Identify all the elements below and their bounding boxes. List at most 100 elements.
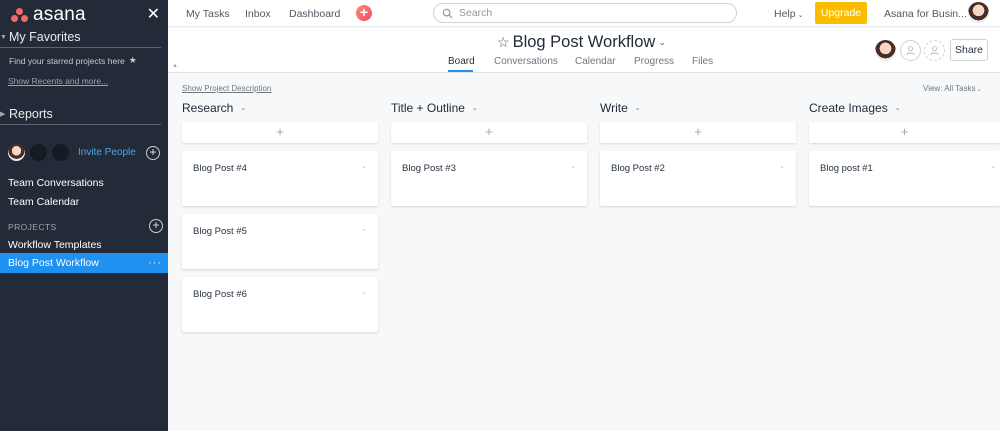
collapse-triangle-icon: ▼ bbox=[0, 33, 7, 41]
task-card-title: Blog Post #2 bbox=[611, 163, 665, 174]
asana-logo[interactable]: asana bbox=[10, 4, 86, 26]
add-member-slot[interactable] bbox=[924, 40, 945, 61]
task-card[interactable]: Blog Post #2 ⌄ bbox=[600, 151, 796, 206]
board-column: Write ⌄ + Blog Post #2 ⌄ bbox=[600, 100, 796, 206]
board-column: Create Images ⌄ + Blog post #1 ⌄ bbox=[809, 100, 1000, 206]
project-title[interactable]: Blog Post Workflow bbox=[513, 33, 656, 52]
add-team-member-icon[interactable]: + bbox=[146, 146, 160, 160]
project-title-row: ☆ Blog Post Workflow ⌄ bbox=[497, 33, 666, 52]
reports-title: Reports bbox=[9, 107, 53, 121]
task-card[interactable]: Blog post #1 ⌄ bbox=[809, 151, 1000, 206]
sidebar: asana ✕ ▼ My Favorites Find your starred… bbox=[0, 0, 168, 431]
project-header: ▲ ☆ Blog Post Workflow ⌄ Board Conversat… bbox=[168, 28, 1000, 73]
reports-header[interactable]: ▶ Reports bbox=[0, 107, 161, 125]
tab-files[interactable]: Files bbox=[692, 56, 713, 67]
dashboard-link[interactable]: Dashboard bbox=[289, 8, 340, 20]
asana-logo-icon bbox=[10, 7, 30, 23]
show-recents-link[interactable]: Show Recents and more... bbox=[8, 76, 108, 86]
task-card[interactable]: Blog Post #4 ⌄ bbox=[182, 151, 378, 206]
chevron-down-icon[interactable]: ⌄ bbox=[779, 162, 785, 170]
workspace-switcher[interactable]: Asana for Busin... bbox=[884, 8, 967, 20]
chevron-down-icon[interactable]: ⌄ bbox=[361, 162, 367, 170]
task-card-title: Blog Post #6 bbox=[193, 289, 247, 300]
favorites-hint-text: Find your starred projects here bbox=[9, 55, 125, 66]
user-avatar[interactable] bbox=[968, 2, 989, 23]
top-bar: My Tasks Inbox Dashboard + Help⌄ Upgrade… bbox=[168, 0, 1000, 27]
my-tasks-link[interactable]: My Tasks bbox=[186, 8, 230, 20]
view-filter-label: View: All Tasks bbox=[923, 84, 976, 93]
add-task-button[interactable]: + bbox=[391, 122, 587, 143]
tab-progress[interactable]: Progress bbox=[634, 56, 674, 67]
chevron-down-icon[interactable]: ⌄ bbox=[895, 104, 901, 112]
task-card-title: Blog Post #3 bbox=[402, 163, 456, 174]
project-member-avatar[interactable] bbox=[875, 40, 896, 61]
close-sidebar-icon[interactable]: ✕ bbox=[147, 4, 160, 24]
column-header[interactable]: Title + Outline ⌄ bbox=[391, 100, 587, 115]
chevron-down-icon[interactable]: ⌄ bbox=[361, 288, 367, 296]
column-header[interactable]: Research ⌄ bbox=[182, 100, 378, 115]
add-task-button[interactable]: + bbox=[809, 122, 1000, 143]
task-card[interactable]: Blog Post #3 ⌄ bbox=[391, 151, 587, 206]
favorites-header[interactable]: ▼ My Favorites bbox=[0, 30, 161, 48]
favorites-hint: Find your starred projects here ★ bbox=[9, 55, 137, 66]
chevron-down-icon[interactable]: ⌄ bbox=[635, 104, 641, 112]
task-card[interactable]: Blog Post #6 ⌄ bbox=[182, 277, 378, 332]
quick-add-button[interactable]: + bbox=[356, 5, 372, 21]
avatar[interactable] bbox=[8, 144, 25, 161]
share-button[interactable]: Share bbox=[950, 39, 988, 61]
chevron-down-icon: ⌄ bbox=[976, 87, 982, 93]
view-filter-menu[interactable]: View: All Tasks⌄ bbox=[923, 84, 982, 93]
favorites-title: My Favorites bbox=[9, 30, 81, 44]
board-column: Research ⌄ + Blog Post #4 ⌄ Blog Post #5… bbox=[182, 100, 378, 332]
add-project-icon[interactable]: + bbox=[149, 219, 163, 233]
help-label: Help bbox=[774, 8, 796, 20]
show-project-description-link[interactable]: Show Project Description bbox=[182, 84, 271, 93]
add-task-button[interactable]: + bbox=[600, 122, 796, 143]
chevron-down-icon[interactable]: ⌄ bbox=[658, 37, 666, 48]
sidebar-item-blog-post-workflow[interactable]: Blog Post Workflow ··· bbox=[0, 253, 168, 273]
upgrade-button[interactable]: Upgrade bbox=[815, 2, 867, 24]
inbox-link[interactable]: Inbox bbox=[245, 8, 271, 20]
collapse-icon[interactable]: ▲ bbox=[172, 63, 178, 69]
expand-triangle-icon: ▶ bbox=[0, 111, 6, 118]
column-title: Write bbox=[600, 100, 628, 115]
search-bar[interactable] bbox=[433, 3, 737, 23]
star-icon: ★ bbox=[128, 55, 137, 65]
task-card-title: Blog Post #5 bbox=[193, 226, 247, 237]
sidebar-item-label: Blog Post Workflow bbox=[8, 257, 99, 269]
column-title: Create Images bbox=[809, 100, 888, 115]
invite-people-link[interactable]: Invite People bbox=[78, 147, 136, 158]
chevron-down-icon: ⌄ bbox=[797, 12, 804, 19]
more-options-icon[interactable]: ··· bbox=[148, 257, 162, 269]
projects-label: PROJECTS bbox=[8, 222, 57, 232]
column-header[interactable]: Create Images ⌄ bbox=[809, 100, 1000, 115]
task-card[interactable]: Blog Post #5 ⌄ bbox=[182, 214, 378, 269]
active-tab-indicator bbox=[448, 70, 473, 72]
tab-conversations[interactable]: Conversations bbox=[494, 56, 558, 67]
team-conversations-link[interactable]: Team Conversations bbox=[8, 177, 104, 189]
search-icon bbox=[442, 8, 453, 19]
tab-calendar[interactable]: Calendar bbox=[575, 56, 616, 67]
avatar-placeholder[interactable] bbox=[30, 144, 47, 161]
column-header[interactable]: Write ⌄ bbox=[600, 100, 796, 115]
avatar-placeholder[interactable] bbox=[52, 144, 69, 161]
chevron-down-icon[interactable]: ⌄ bbox=[240, 104, 246, 112]
tab-board[interactable]: Board bbox=[448, 56, 475, 67]
user-icon bbox=[906, 46, 915, 56]
add-task-button[interactable]: + bbox=[182, 122, 378, 143]
sidebar-item-workflow-templates[interactable]: Workflow Templates bbox=[8, 239, 102, 251]
search-input[interactable] bbox=[459, 7, 719, 19]
chevron-down-icon[interactable]: ⌄ bbox=[361, 225, 367, 233]
logo-text: asana bbox=[33, 4, 86, 25]
column-title: Title + Outline bbox=[391, 100, 465, 115]
task-card-title: Blog Post #4 bbox=[193, 163, 247, 174]
column-title: Research bbox=[182, 100, 234, 115]
chevron-down-icon[interactable]: ⌄ bbox=[570, 162, 576, 170]
team-calendar-link[interactable]: Team Calendar bbox=[8, 196, 79, 208]
chevron-down-icon[interactable]: ⌄ bbox=[472, 104, 478, 112]
star-outline-icon[interactable]: ☆ bbox=[497, 34, 510, 51]
add-member-slot[interactable] bbox=[900, 40, 921, 61]
chevron-down-icon[interactable]: ⌄ bbox=[990, 162, 996, 170]
team-members-row: Invite People bbox=[8, 144, 136, 161]
help-menu[interactable]: Help ⌄ bbox=[774, 8, 803, 20]
